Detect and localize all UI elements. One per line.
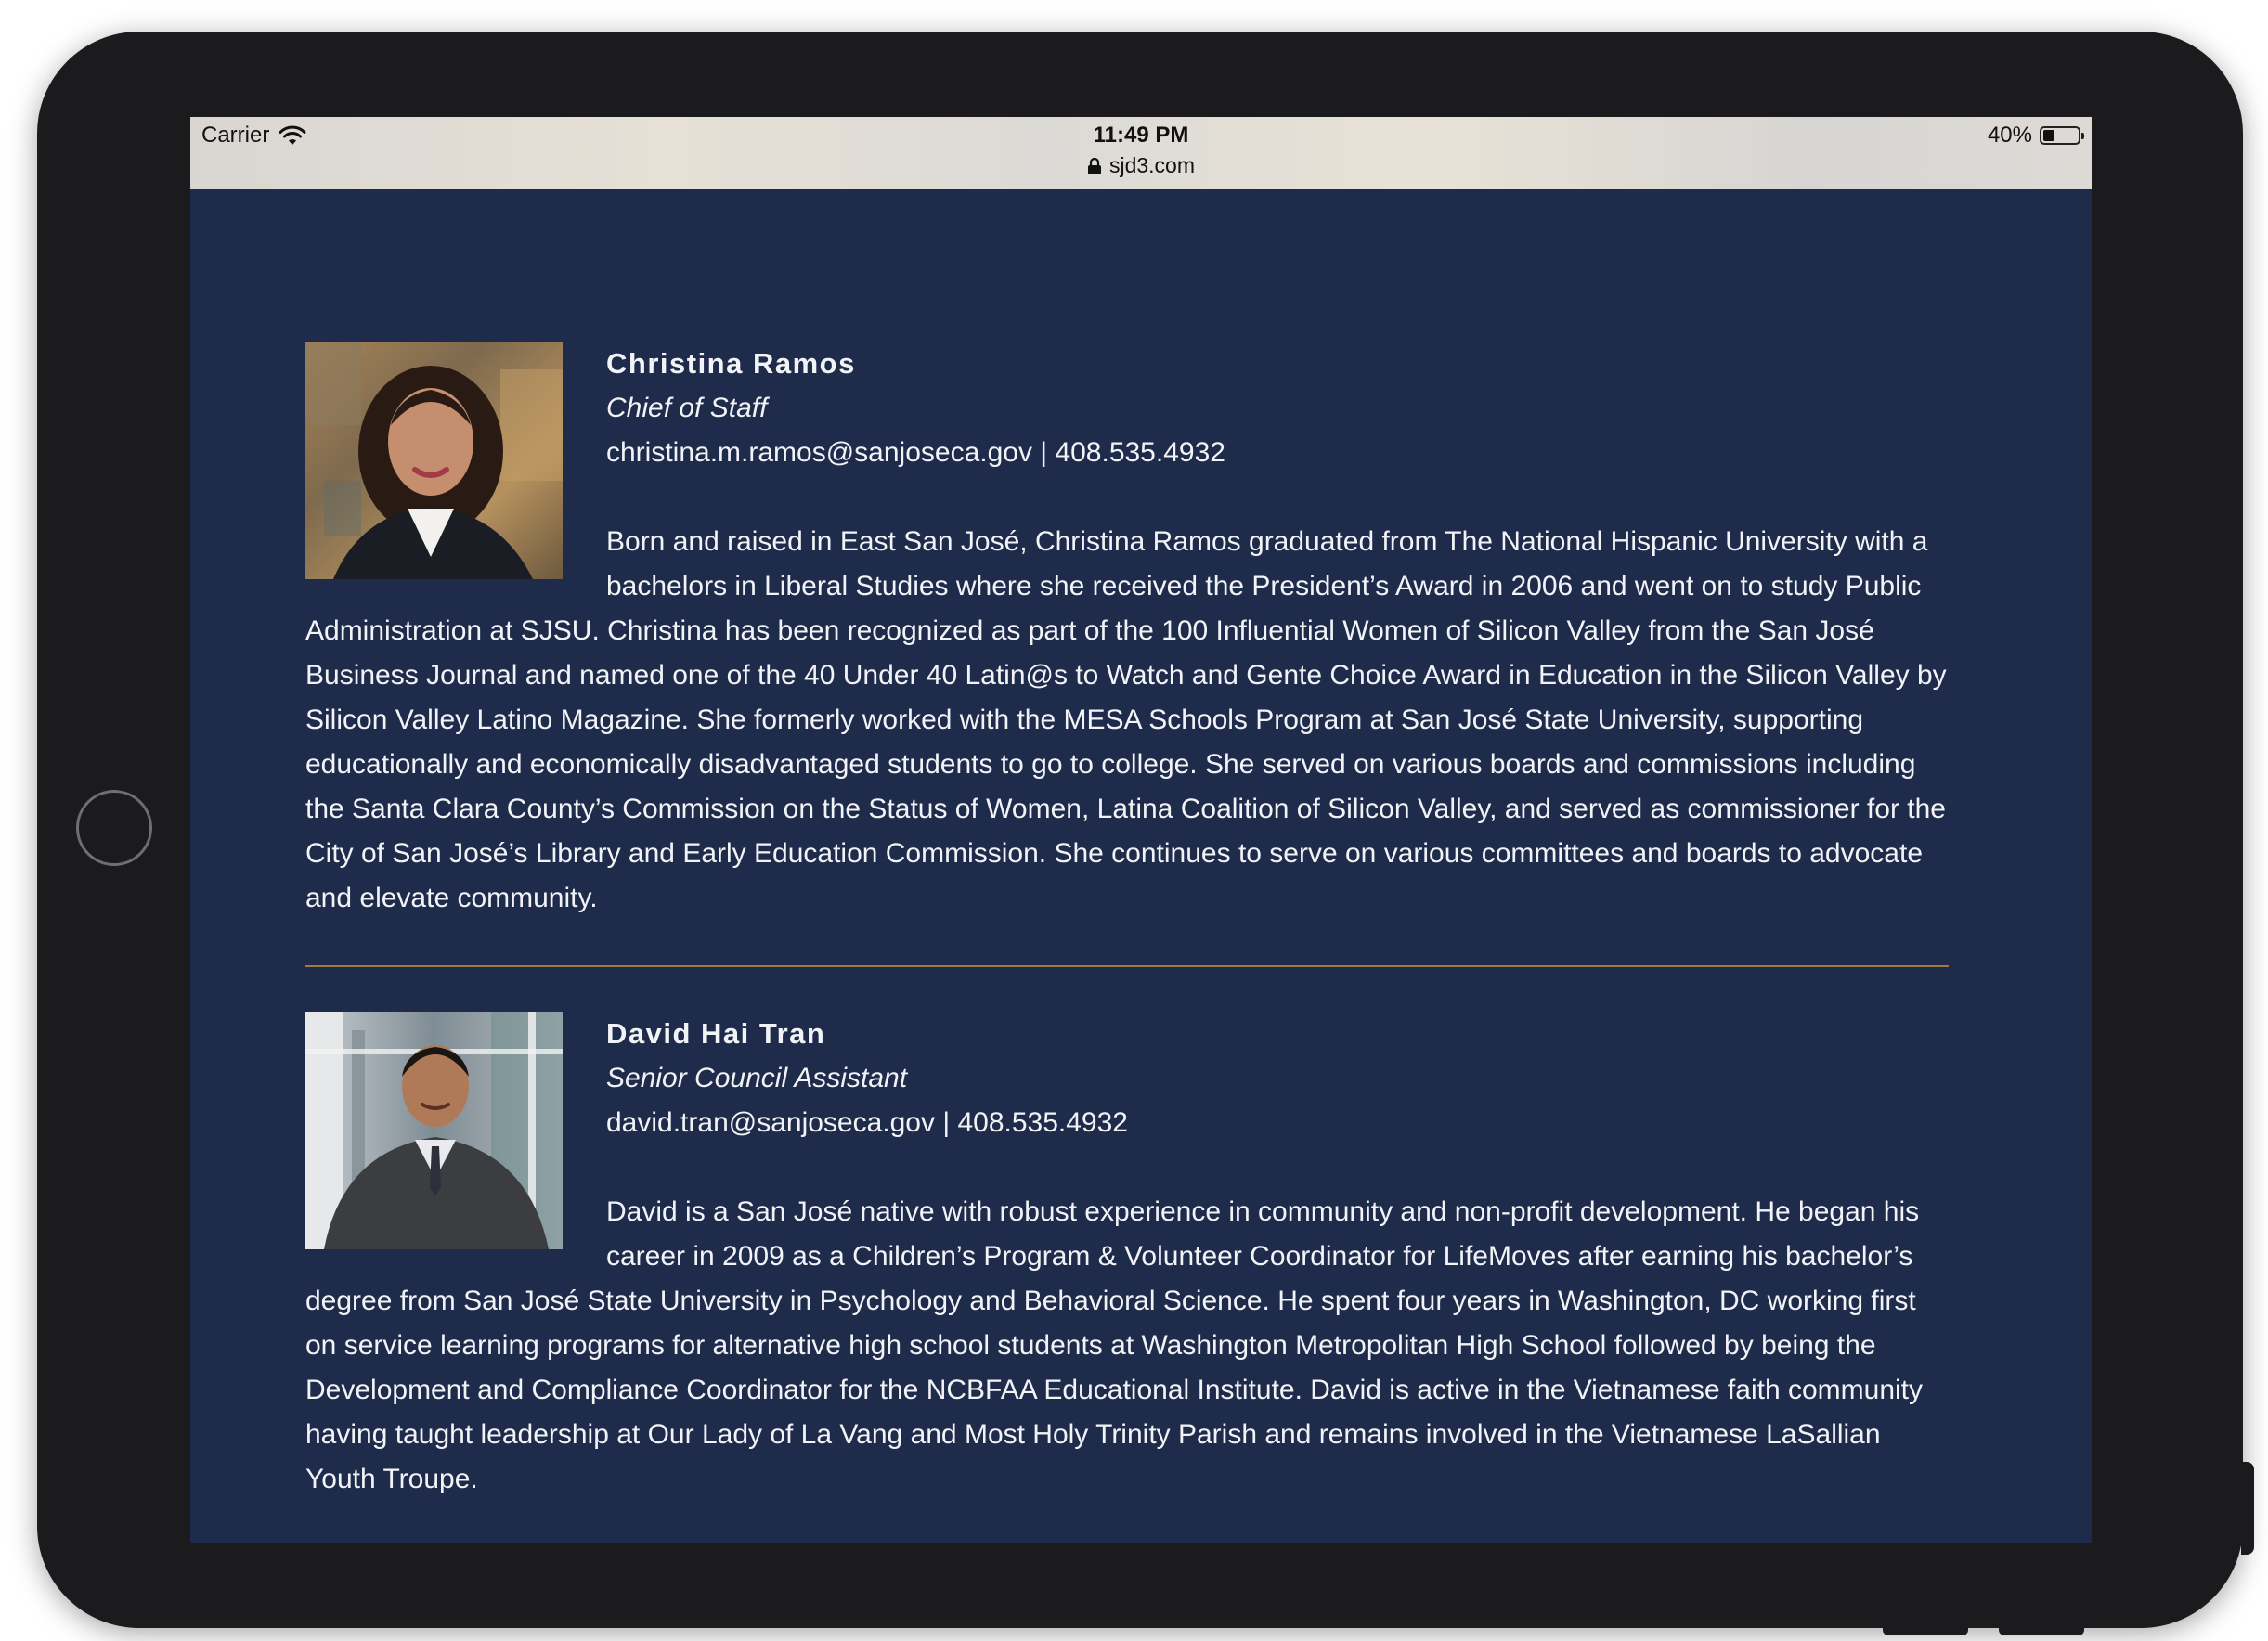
address-bar[interactable]: sjd3.com: [190, 153, 2092, 178]
staff-bio: Born and raised in East San José, Christ…: [305, 526, 1947, 913]
bottom-button-left: [1883, 1622, 1968, 1635]
battery-indicator: 40%: [1987, 123, 2084, 149]
divider: [305, 965, 1949, 967]
battery-percent: 40%: [1987, 123, 2032, 148]
lock-icon: [1087, 157, 1101, 174]
staff-photo: [305, 342, 563, 579]
bottom-button-right: [1999, 1622, 2084, 1635]
staff-entry: David Hai Tran Senior Council Assistant …: [305, 1012, 1949, 1502]
staff-list: Christina Ramos Chief of Staff christina…: [305, 342, 1949, 1502]
screen: Carrier 11:49 PM sjd3.com 40% Christina …: [190, 117, 2092, 1543]
clock: 11:49 PM: [1093, 123, 1189, 148]
volume-button: [2241, 1462, 2254, 1555]
home-button[interactable]: [76, 790, 152, 866]
url-text: sjd3.com: [1108, 153, 1196, 177]
battery-icon: [2040, 126, 2084, 145]
status-bar: Carrier 11:49 PM sjd3.com 40%: [190, 117, 2092, 189]
staff-photo: [305, 1012, 563, 1249]
staff-entry: Christina Ramos Chief of Staff christina…: [305, 342, 1949, 921]
